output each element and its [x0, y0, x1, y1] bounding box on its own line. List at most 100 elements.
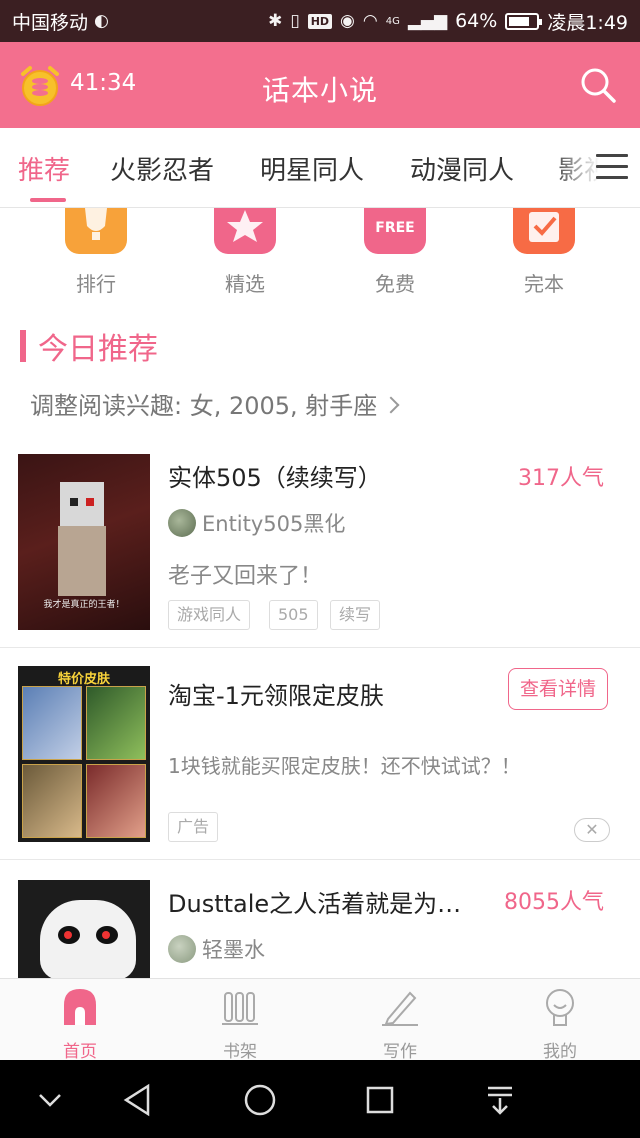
nav-label: 书架: [223, 1042, 257, 1062]
shortcut-label: 免费: [375, 272, 415, 296]
ad-cover: 特价皮肤: [18, 666, 150, 842]
profile-icon: [546, 989, 574, 1026]
bottom-navigation: 首页 书架 写作 我的: [0, 978, 640, 1062]
cover-skull-pupil: [64, 931, 72, 939]
eye-icon: ◉: [340, 11, 355, 31]
interest-text: 调整阅读兴趣: 女, 2005, 射手座: [30, 392, 378, 420]
cover-figure-eye: [70, 498, 78, 506]
author[interactable]: 轻墨水: [168, 934, 265, 964]
ad-cover-header: 特价皮肤: [57, 672, 110, 687]
author-name: 轻墨水: [202, 938, 265, 962]
home-circle-icon[interactable]: [240, 1080, 280, 1120]
shortcut-ranking[interactable]: 排行: [46, 208, 146, 297]
moon-icon: ◐: [94, 11, 109, 31]
star-icon: [214, 208, 276, 254]
section-header: 今日推荐: [20, 326, 158, 367]
active-tab-indicator: [30, 198, 66, 202]
ad-cover-tile: [22, 764, 82, 838]
system-navigation-bar: [0, 1060, 640, 1138]
recent-apps-icon[interactable]: [360, 1080, 400, 1120]
nav-write[interactable]: 写作: [350, 987, 450, 1062]
ad-cover-tile: [86, 686, 146, 760]
adjust-interest-link[interactable]: 调整阅读兴趣: 女, 2005, 射手座: [30, 386, 400, 421]
shortcut-featured[interactable]: 精选: [195, 208, 295, 297]
signal-icon: ▂▄▆: [407, 11, 448, 31]
close-ad-button[interactable]: ✕: [574, 818, 610, 842]
nav-home[interactable]: 首页: [30, 987, 130, 1062]
check-calendar-icon: [513, 208, 575, 254]
ad-title: 淘宝-1元领限定皮肤: [168, 682, 384, 710]
book-title: 实体505（续续写）: [168, 464, 382, 492]
wifi-icon: ◠: [362, 11, 378, 31]
author[interactable]: Entity505黑化: [168, 508, 345, 538]
clock: 凌晨1:49: [547, 11, 628, 34]
ad-cover-tile: [22, 686, 82, 760]
nav-profile[interactable]: 我的: [510, 987, 610, 1062]
tag[interactable]: 505: [269, 600, 318, 630]
book-description: 老子又回来了！: [168, 564, 323, 589]
section-accent-bar: [20, 330, 26, 362]
book-cover: 我才是真正的王者！: [18, 454, 150, 630]
cover-skull-pupil: [102, 931, 110, 939]
search-icon[interactable]: [578, 65, 618, 105]
battery-icon: [505, 12, 543, 30]
shortcut-label: 完本: [524, 272, 564, 296]
cover-skull: [40, 900, 136, 978]
tab-anime[interactable]: 动漫同人: [410, 150, 514, 187]
page-title: 话本小说: [261, 74, 378, 107]
ad-tag: 广告: [168, 812, 219, 842]
tab-naruto[interactable]: 火影忍者: [110, 150, 214, 187]
hd-badge: HD: [307, 13, 333, 29]
free-badge: FREE: [375, 220, 415, 236]
status-bar: 中国移动 ◐ ✱ ▯ HD ◉ ◠ 4G ▂▄▆ 64% 凌晨1:49: [0, 0, 640, 42]
avatar: [168, 509, 196, 537]
ad-description: 1块钱就能买限定皮肤！还不快试试？！: [168, 754, 521, 778]
section-title: 今日推荐: [38, 332, 158, 367]
chevron-down-icon[interactable]: [30, 1080, 70, 1120]
category-tabs: 推荐 火影忍者 明星同人 动漫同人 影视: [0, 128, 640, 208]
cover-caption: 我才是真正的王者！: [43, 600, 125, 610]
shortcut-label: 排行: [76, 272, 116, 296]
tab-celebrity[interactable]: 明星同人: [260, 150, 364, 187]
bookshelf-icon: [222, 992, 258, 1025]
ad-card[interactable]: 特价皮肤 淘宝-1元领限定皮肤 查看详情 1块钱就能买限定皮肤！还不快试试？！ …: [0, 648, 640, 860]
popularity-count: 8055人气: [504, 890, 604, 915]
shortcut-free[interactable]: FREE 免费: [345, 208, 445, 297]
back-icon[interactable]: [118, 1080, 158, 1120]
pen-icon: [382, 991, 418, 1026]
trophy-icon: [65, 208, 127, 254]
home-icon: [64, 989, 96, 1025]
battery-percent: 64%: [455, 10, 498, 32]
chevron-right-icon: [382, 396, 400, 414]
popularity-count: 317人气: [518, 466, 604, 491]
shortcut-completed[interactable]: 完本: [494, 208, 594, 297]
close-icon: ✕: [585, 820, 599, 839]
book-card[interactable]: 我才是真正的王者！ 实体505（续续写） 317人气 Entity505黑化 老…: [0, 440, 640, 648]
cover-figure-eye: [86, 498, 94, 506]
notification-pull-icon[interactable]: [480, 1080, 520, 1120]
avatar: [168, 935, 196, 963]
ad-cover-tile: [86, 764, 146, 838]
carrier-name: 中国移动: [12, 11, 89, 34]
free-tag-icon: FREE: [364, 208, 426, 254]
nav-label: 写作: [383, 1042, 417, 1062]
tag[interactable]: 游戏同人: [168, 600, 251, 630]
nav-label: 首页: [63, 1042, 97, 1062]
book-card[interactable]: Dusttale之人活着就是为… 8055人气 轻墨水: [0, 860, 640, 978]
nav-bookshelf[interactable]: 书架: [190, 987, 290, 1062]
tag[interactable]: 续写: [330, 600, 381, 630]
menu-icon[interactable]: [596, 154, 628, 180]
author-name: Entity505黑化: [202, 512, 346, 536]
view-details-button[interactable]: 查看详情: [508, 668, 608, 710]
book-cover: [18, 880, 150, 978]
shortcut-label: 精选: [225, 272, 265, 296]
nav-label: 我的: [543, 1042, 577, 1062]
bluetooth-icon: ✱: [268, 11, 283, 31]
network-type: 4G: [385, 15, 400, 27]
category-shortcuts: 排行 精选 FREE 免费 完本: [0, 208, 640, 300]
book-title: Dusttale之人活着就是为…: [168, 890, 462, 918]
cover-figure-body: [58, 526, 106, 596]
vibrate-icon: ▯: [290, 11, 300, 31]
tab-recommend[interactable]: 推荐: [18, 150, 70, 187]
app-header: 41:34 话本小说: [0, 42, 640, 128]
